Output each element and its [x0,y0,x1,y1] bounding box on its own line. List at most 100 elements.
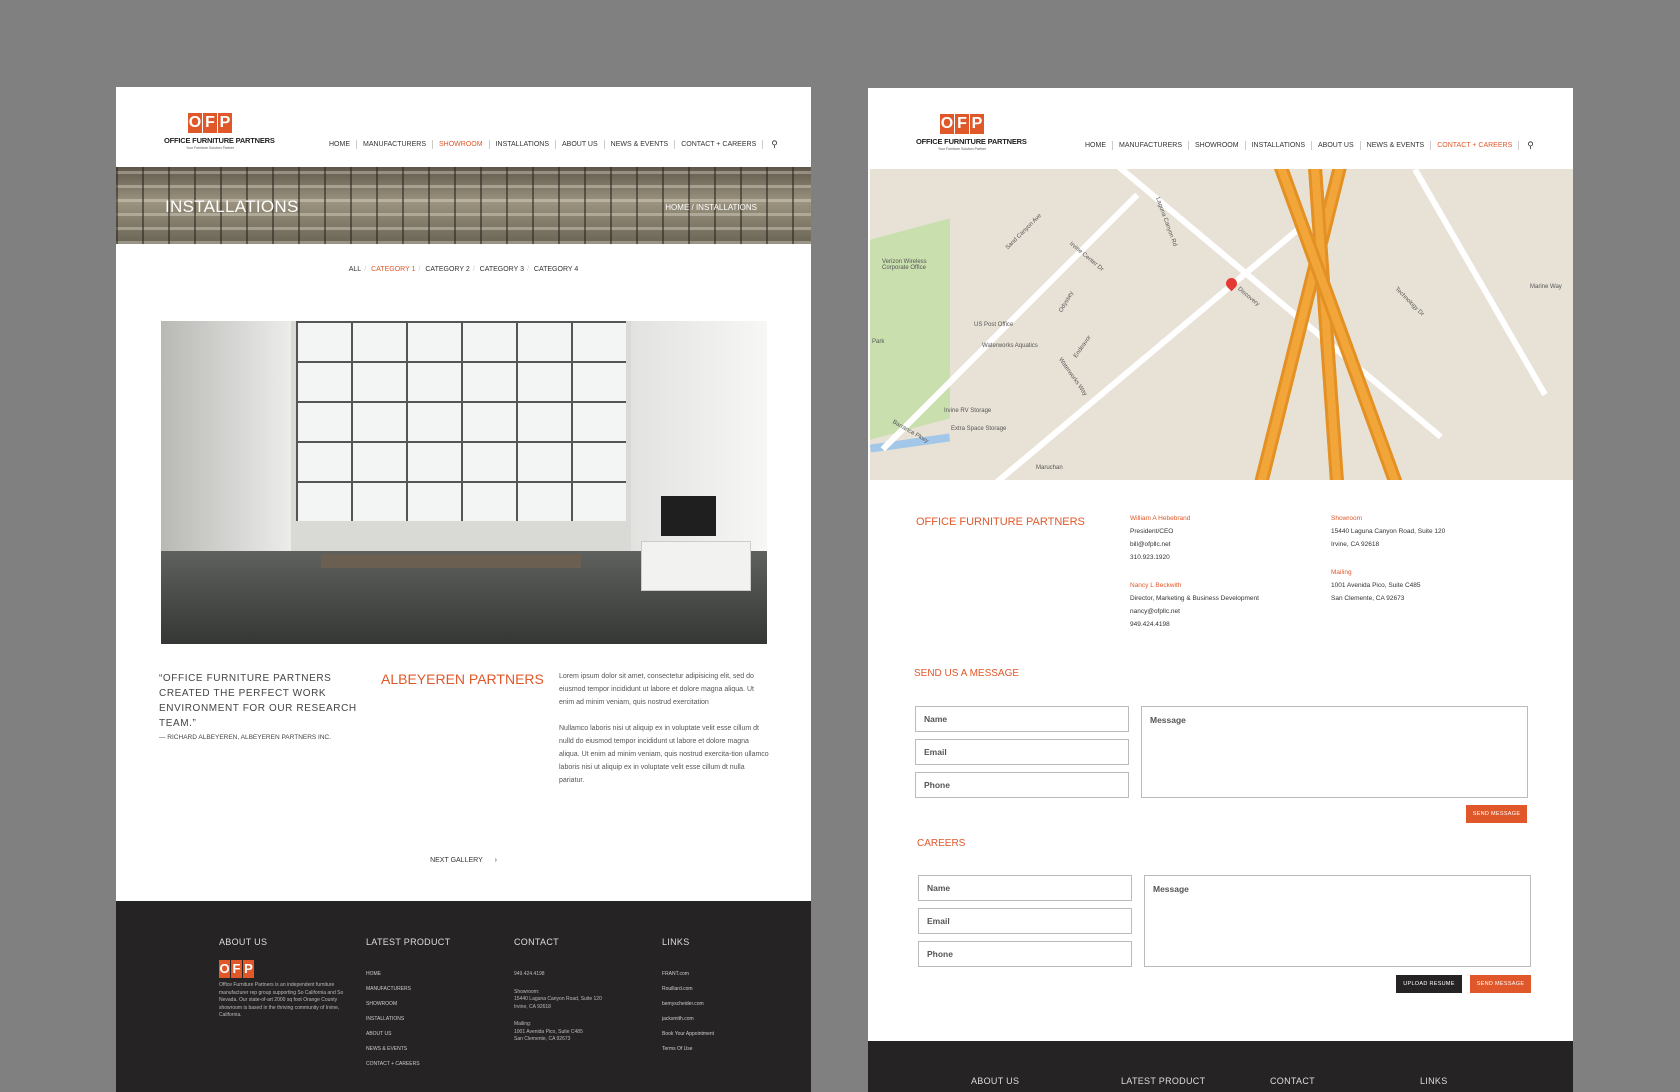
logo-tagline: Your Furniture Solution Partner [185,146,235,150]
footer-link-contact-careers[interactable]: CONTACT + CAREERS [366,1061,450,1076]
message-email-field[interactable]: Email [915,739,1129,765]
filter-category-1[interactable]: CATEGORY 1 [371,266,415,273]
contact-careers-page: OFP OFFICE FURNITURE PARTNERS Your Furni… [868,88,1573,1092]
showroom-address: Showroom 15440 Laguna Canyon Road, Suite… [1331,515,1446,548]
footer-product-title: LATEST PRODUCT [366,937,451,947]
send-message-title: SEND US A MESSAGE [914,668,1020,679]
careers-email-field[interactable]: Email [918,908,1132,934]
careers-title: CAREERS [917,838,966,849]
careers-phone-field[interactable]: Phone [918,941,1132,967]
nav-about-us[interactable]: ABOUT US [1312,141,1361,150]
testimonial-quote: “OFFICE FURNITURE PARTNERS CREATED THE P… [159,673,357,729]
footer-links: LINKS FRANT.com Rouillard.com bemyscheid… [662,937,714,1061]
careers-message-textarea[interactable]: Message [1144,875,1531,967]
logo-tagline: Your Furniture Solution Partner [937,147,987,151]
nav-about-us[interactable]: ABOUT US [556,140,605,149]
search-icon[interactable]: ⚲ [763,140,778,149]
footer-book-appointment-link[interactable]: Book Your Appointment [662,1031,714,1046]
footer-link-showroom[interactable]: SHOWROOM [366,1001,450,1016]
category-filter: ALL / CATEGORY 1/ CATEGORY 2/ CATEGORY 3/… [348,266,579,273]
logo-mark: OFP [188,113,232,133]
person-email[interactable]: nancy@ofpllc.net [1130,605,1259,618]
footer-latest-product: LATEST PRODUCT HOME MANUFACTURERS SHOWRO… [366,937,450,1076]
footer-link-installations[interactable]: INSTALLATIONS [366,1016,450,1031]
footer-link-news-events[interactable]: NEWS & EVENTS [366,1046,450,1061]
person-role: President/CEO [1130,528,1174,535]
footer-contact-title: CONTACT [1270,1076,1315,1086]
footer-external-link[interactable]: jacksmith.com [662,1016,714,1031]
site-logo[interactable]: OFP OFFICE FURNITURE PARTNERS Your Furni… [164,113,275,150]
footer-product-title: LATEST PRODUCT [1121,1076,1206,1086]
nav-manufacturers[interactable]: MANUFACTURERS [357,140,434,149]
footer-about-title: ABOUT US [971,1076,1020,1086]
site-footer: ABOUT US OFP Office Furniture Partners i… [116,901,811,1092]
filter-all[interactable]: ALL [349,266,361,273]
nav-home[interactable]: HOME [1079,141,1113,150]
nav-manufacturers[interactable]: MANUFACTURERS [1113,141,1190,150]
person-role: Director, Marketing & Business Developme… [1130,595,1259,602]
nav-news-events[interactable]: NEWS & EVENTS [605,140,676,149]
careers-send-message-button[interactable]: SEND MESSAGE [1470,975,1531,993]
gallery-image[interactable] [161,321,767,644]
search-icon[interactable]: ⚲ [1519,141,1534,150]
footer-external-link[interactable]: FRANT.com [662,971,714,986]
message-name-field[interactable]: Name [915,706,1129,732]
location-map[interactable]: Verizon Wireless Corporate Office US Pos… [870,169,1573,480]
chevron-right-icon: › [494,857,497,864]
send-message-button[interactable]: SEND MESSAGE [1466,805,1527,823]
nav-showroom[interactable]: SHOWROOM [1189,141,1246,150]
main-nav: HOME MANUFACTURERS SHOWROOM INSTALLATION… [323,140,778,149]
person-email[interactable]: bill@ofpllc.net [1130,538,1190,551]
careers-name-field[interactable]: Name [918,875,1132,901]
nav-showroom[interactable]: SHOWROOM [433,140,490,149]
message-phone-field[interactable]: Phone [915,772,1129,798]
logo-wordmark: OFFICE FURNITURE PARTNERS [916,137,1027,146]
filter-category-3[interactable]: CATEGORY 3 [480,266,524,273]
company-name: OFFICE FURNITURE PARTNERS [916,516,1085,528]
upload-resume-button[interactable]: UPLOAD RESUME [1396,975,1462,993]
footer-link-about-us[interactable]: ABOUT US [366,1031,450,1046]
main-nav: HOME MANUFACTURERS SHOWROOM INSTALLATION… [1079,141,1534,150]
installations-page: OFP OFFICE FURNITURE PARTNERS Your Furni… [116,87,811,1092]
nav-installations[interactable]: INSTALLATIONS [1246,141,1312,150]
message-textarea[interactable]: Message [1141,706,1528,798]
description-paragraph: Lorem ipsum dolor sit amet, consectetur … [559,673,754,706]
logo-wordmark: OFFICE FURNITURE PARTNERS [164,136,275,145]
footer-contact-title: CONTACT [514,937,559,947]
filter-category-4[interactable]: CATEGORY 4 [534,266,578,273]
nav-contact-careers[interactable]: CONTACT + CAREERS [1431,141,1520,150]
nav-installations[interactable]: INSTALLATIONS [490,140,556,149]
contact-person: Nancy L Beckwith Director, Marketing & B… [1130,579,1259,631]
contact-person: William A Hebebrand President/CEO bill@o… [1130,512,1190,564]
filter-category-2[interactable]: CATEGORY 2 [425,266,469,273]
mailing-address: Mailing 1001 Avenida Pico, Suite C485 Sa… [1331,569,1421,602]
footer-links-title: LINKS [662,937,690,947]
footer-external-link[interactable]: Rouillard.com [662,986,714,1001]
footer-about-title: ABOUT US [219,937,268,947]
site-logo[interactable]: OFP OFFICE FURNITURE PARTNERS Your Furni… [916,114,1027,151]
footer-terms-link[interactable]: Terms Of Use [662,1046,714,1061]
person-phone[interactable]: 949.424.4198 [1130,618,1259,631]
person-name: William A Hebebrand [1130,515,1191,522]
logo-mark: OFP [940,114,984,134]
footer-link-manufacturers[interactable]: MANUFACTURERS [366,986,450,1001]
footer-links-title: LINKS [1420,1076,1448,1086]
footer-phone: 949.424.4198 [514,971,545,977]
project-title: ALBEYEREN PARTNERS [381,671,544,687]
person-name: Nancy L Beckwith [1130,582,1182,589]
testimonial-author: — RICHARD ALBEYEREN, ALBEYEREN PARTNERS … [159,734,332,741]
page-banner: INSTALLATIONS HOME / INSTALLATIONS [116,167,811,244]
footer-external-link[interactable]: bemyscheider.com [662,1001,714,1016]
nav-news-events[interactable]: NEWS & EVENTS [1361,141,1432,150]
nav-contact-careers[interactable]: CONTACT + CAREERS [675,140,764,149]
footer-logo[interactable]: OFP [219,960,349,978]
footer-about-text: Office Furniture Partners is an independ… [219,982,344,1018]
footer-link-home[interactable]: HOME [366,971,450,986]
next-gallery-link[interactable]: NEXT GALLERY › [116,857,811,864]
page-title: INSTALLATIONS [165,197,299,216]
footer-contact: CONTACT 949.424.4198 Showroom: 15440 Lag… [514,937,602,1042]
nav-home[interactable]: HOME [323,140,357,149]
site-header: OFP OFFICE FURNITURE PARTNERS Your Furni… [116,87,811,167]
person-phone[interactable]: 310.923.1920 [1130,551,1190,564]
breadcrumb[interactable]: HOME / INSTALLATIONS [665,203,757,212]
